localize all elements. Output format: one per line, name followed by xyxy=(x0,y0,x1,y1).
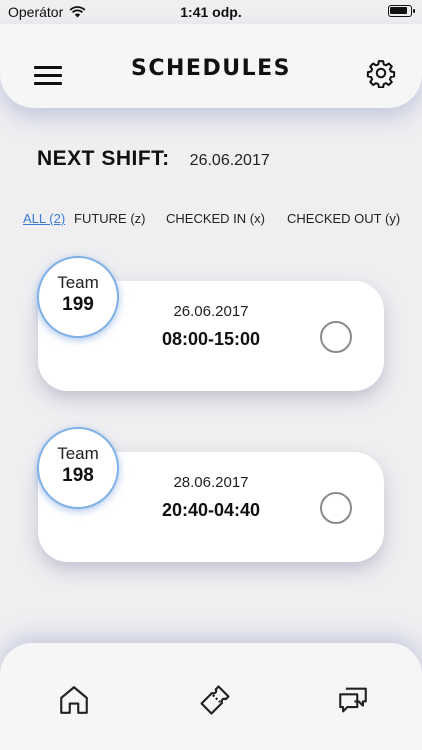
filter-checked-out[interactable]: CHECKED OUT (y) xyxy=(287,211,400,226)
check-in-toggle[interactable] xyxy=(320,492,352,524)
next-shift-label: NEXT SHIFT: xyxy=(37,147,170,170)
chat-icon[interactable] xyxy=(336,683,370,717)
status-bar: Operátor 1:41 odp. xyxy=(0,0,422,24)
next-shift-date: 26.06.2017 xyxy=(189,152,270,169)
team-number: 198 xyxy=(62,465,94,486)
team-label: Team xyxy=(57,444,99,463)
app-header: SCHEDULES xyxy=(0,24,422,108)
battery-icon xyxy=(388,5,415,17)
home-icon[interactable] xyxy=(57,683,91,717)
team-number: 199 xyxy=(62,294,94,315)
filter-checked-in[interactable]: CHECKED IN (x) xyxy=(166,211,265,226)
ticket-icon[interactable] xyxy=(198,683,232,717)
gear-icon[interactable] xyxy=(366,58,396,88)
page-title: SCHEDULES xyxy=(131,56,291,81)
filter-future[interactable]: FUTURE (z) xyxy=(74,211,146,226)
check-in-toggle[interactable] xyxy=(320,321,352,353)
team-label: Team xyxy=(57,273,99,292)
team-badge: Team 198 xyxy=(37,427,119,509)
status-time: 1:41 odp. xyxy=(180,4,242,20)
filter-all[interactable]: ALL (2) xyxy=(23,211,65,226)
next-shift: NEXT SHIFT: 26.06.2017 xyxy=(37,147,270,171)
bottom-tab-bar xyxy=(0,643,422,750)
team-badge: Team 199 xyxy=(37,256,119,338)
